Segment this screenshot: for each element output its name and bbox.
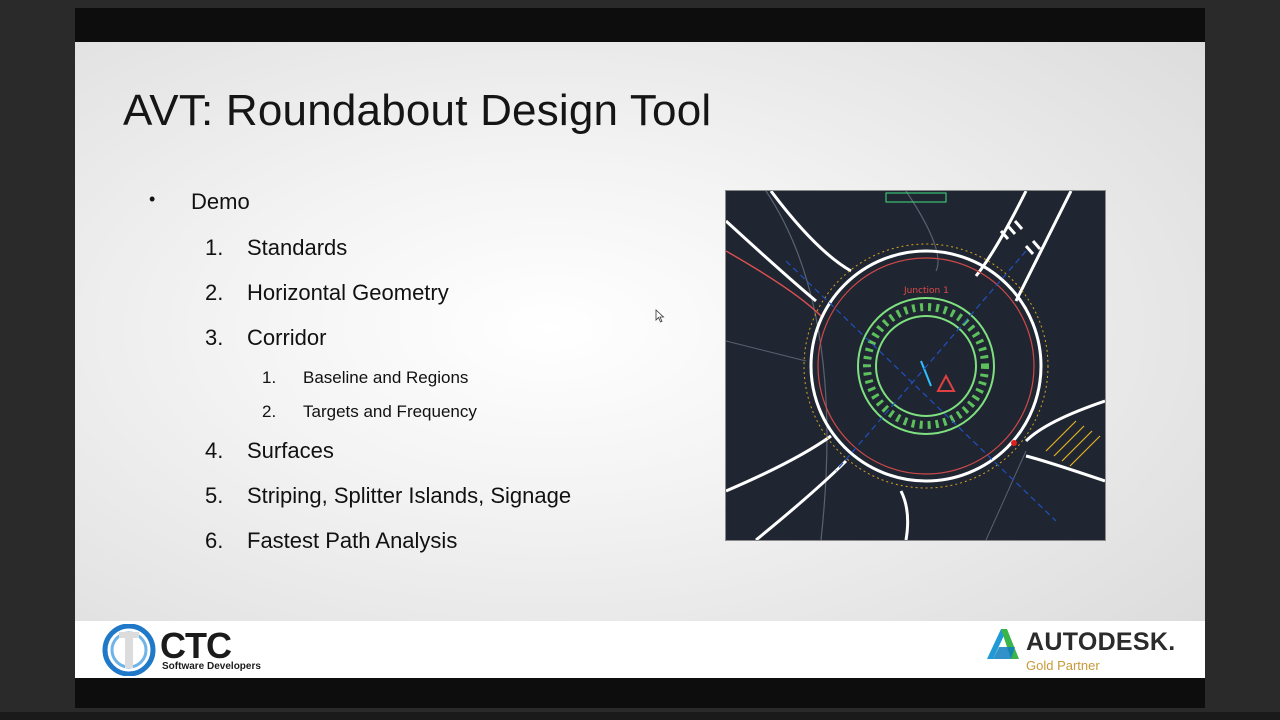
list-text: Fastest Path Analysis <box>247 528 458 553</box>
list-text: Standards <box>247 235 348 260</box>
bottom-strip <box>0 712 1280 720</box>
bullet-marker: • <box>149 189 156 209</box>
sub-list-number: 2. <box>262 402 277 421</box>
autodesk-partner-level: Gold Partner <box>1026 658 1100 673</box>
slide-footer: CTC Software Developers AUTODESK. Gold P… <box>75 621 1205 678</box>
list-text: Horizontal Geometry <box>247 280 449 305</box>
slide-title: AVT: Roundabout Design Tool <box>123 86 712 135</box>
bullet-text: Demo <box>191 189 250 214</box>
list-text: Surfaces <box>247 438 334 463</box>
presentation-slide: AVT: Roundabout Design Tool • Demo 1. St… <box>75 42 1205 678</box>
roundabout-drawing-image: Junction 1 <box>724 190 1106 542</box>
list-text: Striping, Splitter Islands, Signage <box>247 483 572 508</box>
mouse-cursor-icon <box>655 309 665 323</box>
list-number: 1. <box>205 235 224 260</box>
roundabout-drawing-icon: Junction 1 <box>724 190 1106 542</box>
ctc-logo-icon <box>102 624 156 676</box>
list-number: 3. <box>205 325 224 350</box>
autodesk-brand-name: AUTODESK. <box>1026 628 1176 656</box>
list-number: 4. <box>205 438 224 463</box>
list-number: 2. <box>205 280 224 305</box>
list-number: 5. <box>205 483 224 508</box>
sub-list-number: 1. <box>262 368 277 387</box>
sub-list-text: Baseline and Regions <box>303 368 469 387</box>
list-number: 6. <box>205 528 224 553</box>
list-text: Corridor <box>247 325 327 350</box>
autodesk-logo-icon <box>987 629 1019 659</box>
image-junction-label: Junction 1 <box>903 286 949 296</box>
sub-list-text: Targets and Frequency <box>303 402 477 421</box>
ctc-brand-subtitle: Software Developers <box>162 661 261 672</box>
